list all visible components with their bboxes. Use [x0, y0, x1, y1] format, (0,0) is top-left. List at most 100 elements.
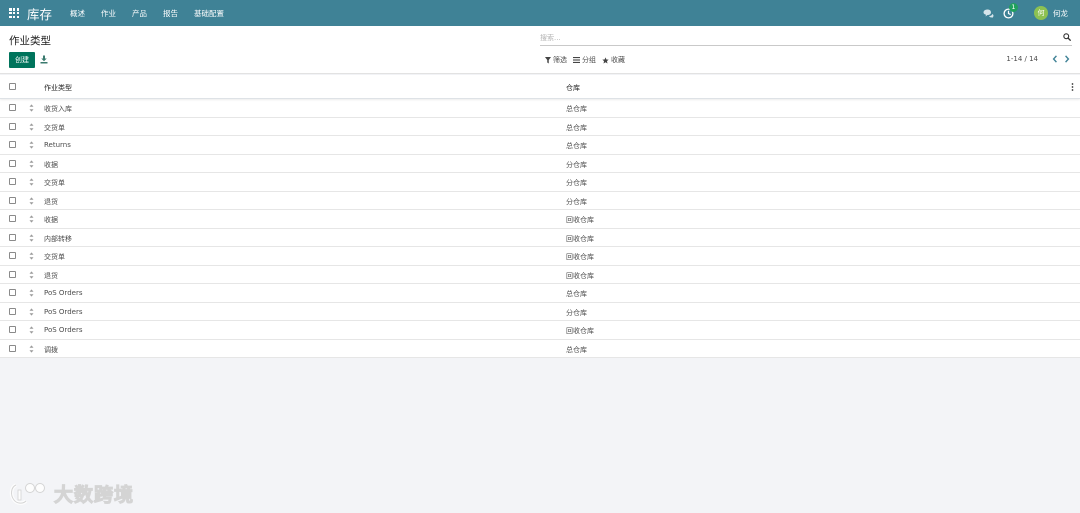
row-checkbox[interactable] — [9, 178, 16, 185]
favorites-button[interactable]: 收藏 — [602, 55, 625, 65]
drag-handle-icon[interactable] — [29, 141, 34, 149]
cell-warehouse: 分仓库 — [566, 197, 587, 206]
table-row[interactable]: PoS Orders 总仓库 — [0, 284, 1080, 303]
menu-item-overview[interactable]: 概述 — [70, 8, 85, 19]
cell-operation-type: 交货单 — [44, 253, 65, 261]
filter-label: 筛选 — [553, 56, 567, 64]
column-header-operation-type[interactable]: 作业类型 — [44, 83, 72, 93]
menu-item-configuration[interactable]: 基础配置 — [194, 8, 224, 19]
menu-item-operations[interactable]: 作业 — [101, 8, 116, 19]
row-checkbox[interactable] — [9, 215, 16, 222]
cell-operation-type: PoS Orders — [44, 289, 83, 297]
search-options: 筛选 分组 收藏 — [545, 55, 631, 65]
apps-menu-icon[interactable] — [9, 8, 20, 19]
activity-menu[interactable]: 1 — [1003, 2, 1018, 19]
watermark-text: 大数跨境 — [53, 484, 135, 507]
filter-button[interactable]: 筛选 — [545, 55, 567, 65]
drag-handle-icon[interactable] — [29, 270, 34, 279]
group-by-label: 分组 — [582, 56, 596, 64]
drag-handle-icon[interactable] — [29, 178, 34, 186]
row-checkbox[interactable] — [9, 233, 16, 241]
row-checkbox[interactable] — [9, 104, 16, 111]
menu-item-reporting[interactable]: 报告 — [163, 8, 178, 19]
cell-operation-type: PoS Orders — [44, 326, 83, 334]
cell-operation-type: 收货入库 — [44, 105, 72, 113]
table-row[interactable]: 退货 回收仓库 — [0, 266, 1080, 284]
download-icon[interactable] — [40, 55, 48, 64]
row-checkbox[interactable] — [9, 270, 16, 278]
group-by-button[interactable]: 分组 — [573, 55, 596, 65]
top-navbar: 库存 概述 作业 产品 报告 基础配置 1 何 何龙 — [0, 0, 1080, 26]
table-row[interactable]: Returns 总仓库 — [0, 136, 1080, 155]
cell-warehouse: 分仓库 — [566, 160, 587, 169]
cell-warehouse: 回收仓库 — [566, 253, 594, 261]
table-row[interactable]: PoS Orders 回收仓库 — [0, 321, 1080, 340]
select-all-checkbox[interactable] — [9, 83, 16, 90]
watermark-logo-icon — [9, 482, 45, 505]
row-checkbox[interactable] — [9, 122, 16, 130]
row-checkbox[interactable] — [9, 344, 16, 352]
table-row[interactable]: 退货 分仓库 — [0, 192, 1080, 210]
cell-operation-type: 退货 — [44, 197, 58, 206]
control-panel: 作业类型 创建 筛选 分组 — [0, 26, 1080, 74]
menu-item-products[interactable]: 产品 — [132, 8, 147, 19]
search-icon[interactable] — [1063, 33, 1071, 41]
cell-operation-type: 内部转移 — [44, 234, 72, 243]
drag-handle-icon[interactable] — [29, 196, 34, 205]
row-checkbox[interactable] — [9, 196, 16, 204]
drag-handle-icon[interactable] — [29, 122, 34, 131]
cell-warehouse: 回收仓库 — [566, 216, 594, 224]
drag-handle-icon[interactable] — [29, 307, 34, 316]
table-row[interactable]: PoS Orders 分仓库 — [0, 303, 1080, 321]
cell-warehouse: 总仓库 — [566, 123, 587, 132]
chat-icon[interactable] — [983, 9, 994, 18]
table-row[interactable]: 收据 分仓库 — [0, 155, 1080, 173]
drag-handle-icon[interactable] — [29, 215, 34, 223]
row-checkbox[interactable] — [9, 252, 16, 259]
app-brand[interactable]: 库存 — [27, 4, 52, 23]
search-input[interactable] — [540, 31, 1040, 45]
cell-warehouse: 回收仓库 — [566, 327, 594, 335]
table-row[interactable]: 交货单 回收仓库 — [0, 247, 1080, 266]
drag-handle-icon[interactable] — [29, 344, 34, 353]
drag-handle-icon[interactable] — [29, 252, 34, 260]
row-checkbox[interactable] — [9, 326, 16, 333]
table-row[interactable]: 收据 回收仓库 — [0, 210, 1080, 229]
table-header: 作业类型 仓库 — [0, 75, 1080, 99]
table-row[interactable]: 内部转移 回收仓库 — [0, 229, 1080, 247]
column-options-icon[interactable] — [1071, 83, 1074, 91]
row-checkbox[interactable] — [9, 307, 16, 315]
cell-warehouse: 分仓库 — [566, 308, 587, 317]
row-checkbox[interactable] — [9, 289, 16, 296]
drag-handle-icon[interactable] — [29, 104, 34, 112]
navbar-systray: 1 何 何龙 — [983, 0, 1080, 26]
cell-operation-type: 收据 — [44, 216, 58, 224]
create-button[interactable]: 创建 — [9, 52, 35, 68]
cell-operation-type: 交货单 — [44, 123, 65, 132]
column-header-warehouse[interactable]: 仓库 — [566, 83, 580, 93]
table-row[interactable]: 交货单 总仓库 — [0, 118, 1080, 136]
pager-value[interactable]: 1-14 / 14 — [1006, 55, 1038, 63]
drag-handle-icon[interactable] — [29, 326, 34, 334]
drag-handle-icon[interactable] — [29, 233, 34, 242]
operation-types-table: 作业类型 仓库 收货入库 总仓库 交货单 总仓库 Returns 总仓库 收据 分仓库 交货单分… — [0, 75, 1080, 358]
table-row[interactable]: 收货入库 总仓库 — [0, 99, 1080, 118]
row-checkbox[interactable] — [9, 141, 16, 148]
table-row[interactable]: 交货单 分仓库 — [0, 173, 1080, 192]
filter-icon — [545, 56, 551, 63]
drag-handle-icon[interactable] — [29, 159, 34, 168]
row-checkbox[interactable] — [9, 159, 16, 167]
cell-operation-type: 收据 — [44, 160, 58, 169]
list-icon — [573, 57, 580, 63]
cell-operation-type: 退货 — [44, 271, 58, 280]
table-row[interactable]: 调拨 总仓库 — [0, 340, 1080, 358]
avatar[interactable]: 何 — [1034, 6, 1048, 20]
user-name[interactable]: 何龙 — [1053, 8, 1068, 19]
chevron-left-icon[interactable] — [1052, 55, 1058, 63]
watermark: 大数跨境 — [8, 480, 134, 507]
cell-warehouse: 总仓库 — [566, 290, 587, 298]
cell-operation-type: 调拨 — [44, 345, 58, 354]
chevron-right-icon[interactable] — [1064, 55, 1070, 63]
search-bar — [540, 31, 1072, 46]
drag-handle-icon[interactable] — [29, 289, 34, 297]
